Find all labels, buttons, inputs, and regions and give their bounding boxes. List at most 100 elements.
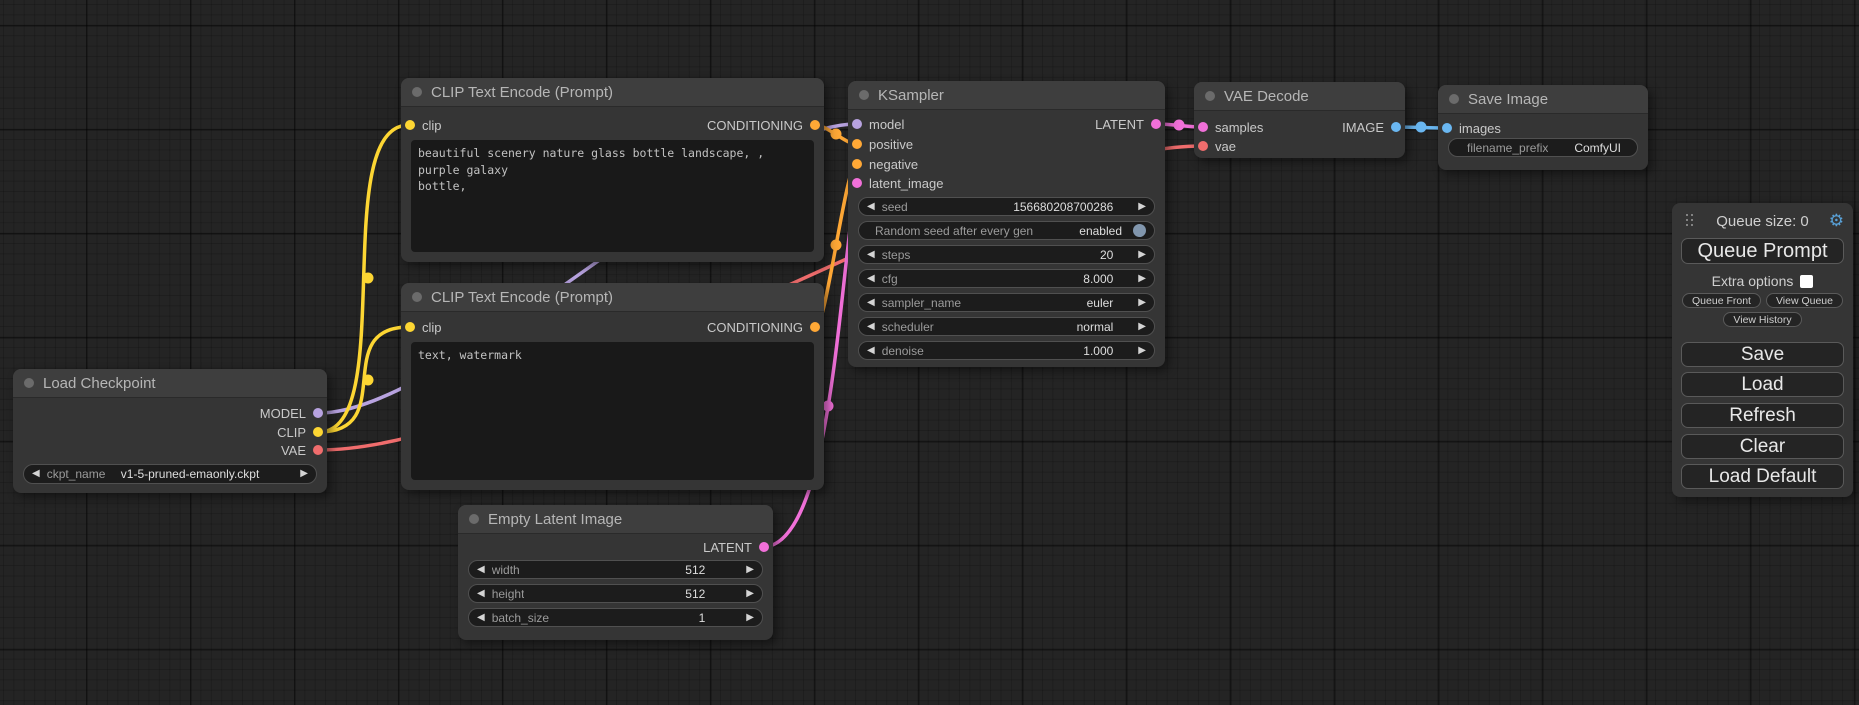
node-graph-canvas[interactable]: Load Checkpoint MODEL CLIP VAE ◀ ckpt_na…: [0, 0, 1859, 705]
increment-arrow-icon[interactable]: ▶: [1138, 202, 1146, 212]
decrement-arrow-icon[interactable]: ◀: [477, 613, 485, 623]
increment-arrow-icon[interactable]: ▶: [1138, 274, 1146, 284]
conditioning-output-dot-icon[interactable]: [810, 322, 820, 332]
node-clip-text-encode-negative[interactable]: CLIP Text Encode (Prompt) clip CONDITION…: [401, 283, 824, 490]
decrement-arrow-icon[interactable]: ◀: [32, 469, 40, 479]
input-slot-latent-image[interactable]: latent_image: [852, 174, 943, 192]
clip-input-dot-icon[interactable]: [405, 120, 415, 130]
prompt-textarea[interactable]: text, watermark: [411, 342, 814, 480]
model-output-dot-icon[interactable]: [313, 408, 323, 418]
prompt-textarea[interactable]: beautiful scenery nature glass bottle la…: [411, 140, 814, 252]
output-slot-model[interactable]: MODEL: [260, 404, 323, 422]
scheduler-widget[interactable]: ◀ scheduler normal ▶: [858, 317, 1155, 336]
load-default-button[interactable]: Load Default: [1681, 464, 1844, 489]
refresh-button[interactable]: Refresh: [1681, 403, 1844, 428]
denoise-widget[interactable]: ◀ denoise 1.000 ▶: [858, 341, 1155, 360]
collapse-dot-icon[interactable]: [1449, 94, 1459, 104]
output-slot-latent[interactable]: LATENT: [1095, 115, 1161, 133]
input-slot-clip[interactable]: clip: [405, 116, 442, 134]
input-slot-negative[interactable]: negative: [852, 155, 918, 173]
clip-input-dot-icon[interactable]: [405, 322, 415, 332]
view-queue-button[interactable]: View Queue: [1766, 293, 1843, 308]
decrement-arrow-icon[interactable]: ◀: [867, 298, 875, 308]
extra-options-checkbox[interactable]: [1800, 275, 1813, 288]
input-slot-model[interactable]: model: [852, 115, 904, 133]
decrement-arrow-icon[interactable]: ◀: [867, 274, 875, 284]
increment-arrow-icon[interactable]: ▶: [1138, 298, 1146, 308]
node-empty-latent-image[interactable]: Empty Latent Image LATENT ◀ width 512 ▶ …: [458, 505, 773, 640]
latent-input-dot-icon[interactable]: [1198, 122, 1208, 132]
toggle-dot-icon[interactable]: [1133, 224, 1146, 237]
node-title-bar[interactable]: KSampler: [848, 81, 1165, 110]
random-seed-widget[interactable]: Random seed after every gen enabled: [858, 221, 1155, 240]
output-slot-conditioning[interactable]: CONDITIONING: [707, 116, 820, 134]
collapse-dot-icon[interactable]: [859, 90, 869, 100]
input-slot-samples[interactable]: samples: [1198, 118, 1263, 136]
node-vae-decode[interactable]: VAE Decode samples vae IMAGE: [1194, 82, 1405, 158]
cfg-widget[interactable]: ◀ cfg 8.000 ▶: [858, 269, 1155, 288]
decrement-arrow-icon[interactable]: ◀: [477, 565, 485, 575]
decrement-arrow-icon[interactable]: ◀: [477, 589, 485, 599]
seed-widget[interactable]: ◀ seed 156680208700286 ▶: [858, 197, 1155, 216]
collapse-dot-icon[interactable]: [24, 378, 34, 388]
conditioning-input-dot-icon[interactable]: [852, 159, 862, 169]
output-slot-conditioning[interactable]: CONDITIONING: [707, 318, 820, 336]
increment-arrow-icon[interactable]: ▶: [746, 565, 754, 575]
collapse-dot-icon[interactable]: [469, 514, 479, 524]
node-title-bar[interactable]: CLIP Text Encode (Prompt): [401, 78, 824, 107]
input-slot-positive[interactable]: positive: [852, 135, 913, 153]
decrement-arrow-icon[interactable]: ◀: [867, 250, 875, 260]
latent-output-dot-icon[interactable]: [759, 542, 769, 552]
increment-arrow-icon[interactable]: ▶: [746, 589, 754, 599]
increment-arrow-icon[interactable]: ▶: [300, 469, 308, 479]
output-slot-clip[interactable]: CLIP: [277, 423, 323, 441]
input-slot-vae[interactable]: vae: [1198, 137, 1236, 155]
node-save-image[interactable]: Save Image images filename_prefix ComfyU…: [1438, 85, 1648, 170]
node-title-bar[interactable]: Save Image: [1438, 85, 1648, 114]
settings-gear-icon[interactable]: ⚙: [1829, 211, 1844, 231]
filename-prefix-widget[interactable]: filename_prefix ComfyUI: [1448, 138, 1638, 157]
increment-arrow-icon[interactable]: ▶: [1138, 250, 1146, 260]
output-slot-vae[interactable]: VAE: [281, 441, 323, 459]
queue-prompt-button[interactable]: Queue Prompt: [1681, 238, 1844, 264]
height-widget[interactable]: ◀ height 512 ▶: [468, 584, 763, 603]
image-output-dot-icon[interactable]: [1391, 122, 1401, 132]
input-slot-images[interactable]: images: [1442, 119, 1501, 137]
conditioning-input-dot-icon[interactable]: [852, 139, 862, 149]
collapse-dot-icon[interactable]: [1205, 91, 1215, 101]
node-title-bar[interactable]: Empty Latent Image: [458, 505, 773, 534]
node-clip-text-encode-positive[interactable]: CLIP Text Encode (Prompt) clip CONDITION…: [401, 78, 824, 262]
output-slot-image[interactable]: IMAGE: [1342, 118, 1401, 136]
latent-output-dot-icon[interactable]: [1151, 119, 1161, 129]
input-slot-clip[interactable]: clip: [405, 318, 442, 336]
decrement-arrow-icon[interactable]: ◀: [867, 202, 875, 212]
conditioning-output-dot-icon[interactable]: [810, 120, 820, 130]
node-load-checkpoint[interactable]: Load Checkpoint MODEL CLIP VAE ◀ ckpt_na…: [13, 369, 327, 493]
decrement-arrow-icon[interactable]: ◀: [867, 346, 875, 356]
clear-button[interactable]: Clear: [1681, 434, 1844, 459]
vae-input-dot-icon[interactable]: [1198, 141, 1208, 151]
latent-input-dot-icon[interactable]: [852, 178, 862, 188]
output-slot-latent[interactable]: LATENT: [703, 538, 769, 556]
node-title-bar[interactable]: CLIP Text Encode (Prompt): [401, 283, 824, 312]
image-input-dot-icon[interactable]: [1442, 123, 1452, 133]
increment-arrow-icon[interactable]: ▶: [746, 613, 754, 623]
node-title-bar[interactable]: VAE Decode: [1194, 82, 1405, 111]
queue-front-button[interactable]: Queue Front: [1682, 293, 1761, 308]
collapse-dot-icon[interactable]: [412, 87, 422, 97]
model-input-dot-icon[interactable]: [852, 119, 862, 129]
collapse-dot-icon[interactable]: [412, 292, 422, 302]
node-title-bar[interactable]: Load Checkpoint: [13, 369, 327, 398]
increment-arrow-icon[interactable]: ▶: [1138, 322, 1146, 332]
steps-widget[interactable]: ◀ steps 20 ▶: [858, 245, 1155, 264]
node-ksampler[interactable]: KSampler model positive negative latent_…: [848, 81, 1165, 367]
width-widget[interactable]: ◀ width 512 ▶: [468, 560, 763, 579]
sampler-name-widget[interactable]: ◀ sampler_name euler ▶: [858, 293, 1155, 312]
load-button[interactable]: Load: [1681, 372, 1844, 397]
ckpt-name-widget[interactable]: ◀ ckpt_name v1-5-pruned-emaonly.ckpt ▶: [23, 464, 317, 484]
clip-output-dot-icon[interactable]: [313, 427, 323, 437]
vae-output-dot-icon[interactable]: [313, 445, 323, 455]
view-history-button[interactable]: View History: [1723, 312, 1801, 327]
save-button[interactable]: Save: [1681, 342, 1844, 367]
batch-size-widget[interactable]: ◀ batch_size 1 ▶: [468, 608, 763, 627]
